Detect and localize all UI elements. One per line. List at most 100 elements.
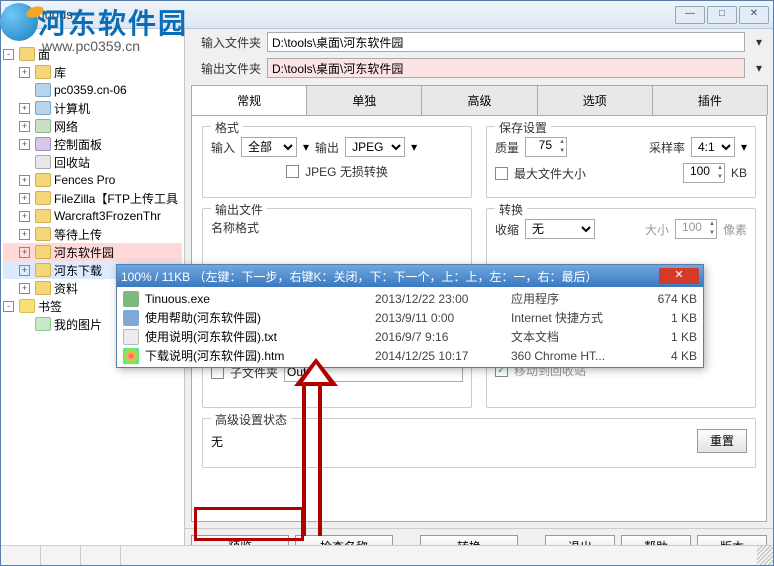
tree-item-label: 河东下载	[54, 262, 102, 279]
maxsize-checkbox[interactable]	[495, 167, 508, 180]
output-folder-dropdown-icon[interactable]: ▾	[751, 61, 767, 75]
expand-icon[interactable]: +	[19, 247, 30, 258]
popup-close-button[interactable]: ✕	[659, 268, 699, 284]
folder-icon	[35, 245, 51, 259]
file-size: 4 KB	[647, 349, 697, 363]
expand-icon[interactable]: +	[19, 283, 30, 294]
advstate-title: 高级设置状态	[211, 411, 291, 428]
format-group-title: 格式	[211, 119, 243, 136]
file-type: 应用程序	[511, 290, 641, 307]
tree-item-label: 面	[38, 46, 50, 63]
tree-item-label: pc0359.cn-06	[54, 83, 127, 97]
file-date: 2016/9/7 9:16	[375, 330, 505, 344]
exe-icon	[123, 291, 139, 307]
output-format-label: 输出	[315, 139, 339, 156]
folder-icon	[35, 209, 51, 223]
tree-item[interactable]: + FileZilla【FTP上传工具	[3, 189, 182, 207]
output-format-select[interactable]: JPEG	[345, 137, 405, 157]
file-name: Tinuous.exe	[145, 292, 369, 306]
expand-icon[interactable]: -	[3, 301, 14, 312]
file-date: 2014/12/25 10:17	[375, 349, 505, 363]
close-button[interactable]: ✕	[739, 6, 769, 24]
input-format-label: 输入	[211, 139, 235, 156]
expand-icon[interactable]: +	[19, 175, 30, 186]
tree-item[interactable]: +等待上传	[3, 225, 182, 243]
tree-item-label: Warcraft3FrozenThr	[54, 209, 161, 223]
file-name: 使用帮助(河东软件园)	[145, 309, 369, 326]
tree-item[interactable]: +河东软件园	[3, 243, 182, 261]
file-type: 文本文档	[511, 328, 641, 345]
tab-选项[interactable]: 选项	[537, 85, 653, 115]
reset-button[interactable]: 重置	[697, 429, 747, 453]
resize-grip-icon[interactable]	[757, 546, 773, 565]
star-icon	[19, 299, 35, 313]
quality-stepper[interactable]: 75	[525, 137, 567, 157]
outfile-group-title: 输出文件	[211, 201, 267, 218]
expand-icon[interactable]: +	[19, 67, 30, 78]
expand-icon[interactable]: +	[19, 103, 30, 114]
file-size: 1 KB	[647, 330, 697, 344]
maximize-button[interactable]: □	[707, 6, 737, 24]
folder-icon	[35, 65, 51, 79]
tree-item-label: FileZilla【FTP上传工具	[54, 190, 178, 207]
maxsize-stepper[interactable]: 100	[683, 163, 725, 183]
shrink-select[interactable]: 无	[525, 219, 595, 239]
file-name: 下载说明(河东软件园).htm	[145, 347, 369, 364]
tree-item[interactable]: +控制面板	[3, 135, 182, 153]
txt-icon	[123, 329, 139, 345]
tree-item[interactable]: + Fences Pro	[3, 171, 182, 189]
file-name: 使用说明(河东软件园).txt	[145, 328, 369, 345]
input-folder-field[interactable]	[267, 32, 745, 52]
tab-单独[interactable]: 单独	[306, 85, 422, 115]
expand-icon[interactable]: +	[19, 193, 30, 204]
tree-item[interactable]: + 网络	[3, 117, 182, 135]
tree-item[interactable]: pc0359.cn-06	[3, 81, 182, 99]
input-format-select[interactable]: 全部	[241, 137, 297, 157]
input-folder-label: 输入文件夹	[191, 34, 261, 51]
tree-item[interactable]: 回收站	[3, 153, 182, 171]
expand-icon[interactable]: +	[19, 265, 30, 276]
convert-group-title: 转换	[495, 201, 527, 218]
expand-icon[interactable]: +	[19, 139, 30, 150]
tab-插件[interactable]: 插件	[652, 85, 768, 115]
output-folder-field[interactable]	[267, 58, 745, 78]
size-label: 大小	[645, 221, 669, 238]
expand-icon[interactable]: +	[19, 211, 30, 222]
output-folder-label: 输出文件夹	[191, 60, 261, 77]
folder-icon	[35, 191, 51, 205]
chevron-down-icon: ▾	[303, 140, 309, 154]
sample-select[interactable]: 4:1	[691, 137, 735, 157]
size-unit: 像素	[723, 221, 747, 238]
tree-item-label: 我的图片	[54, 316, 102, 333]
file-row[interactable]: 使用帮助(河东软件园)2013/9/11 0:00Internet 快捷方式1 …	[117, 308, 703, 327]
expand-icon[interactable]: +	[19, 229, 30, 240]
tab-高级[interactable]: 高级	[421, 85, 537, 115]
bin-icon	[35, 155, 51, 169]
tree-item-label: 网络	[54, 118, 78, 135]
tree-item[interactable]: -面	[3, 45, 182, 63]
file-row[interactable]: 下载说明(河东软件园).htm2014/12/25 10:17360 Chrom…	[117, 346, 703, 365]
tree-item[interactable]: +库	[3, 63, 182, 81]
expand-icon[interactable]: -	[3, 49, 14, 60]
jpeg-lossless-checkbox[interactable]	[286, 165, 299, 178]
minimize-button[interactable]: —	[675, 6, 705, 24]
tab-常规[interactable]: 常规	[191, 85, 307, 115]
tree-item-label: 书签	[38, 298, 62, 315]
folder-icon	[35, 281, 51, 295]
expand-icon[interactable]: +	[19, 121, 30, 132]
tree-item-label: Fences Pro	[54, 173, 115, 187]
chevron-down-icon: ▾	[411, 140, 417, 154]
input-folder-dropdown-icon[interactable]: ▾	[751, 35, 767, 49]
titlebar: Tinuous — □ ✕	[1, 1, 773, 29]
folder-icon	[35, 173, 51, 187]
popup-title: 100% / 11KB （左键：下一步，右键K：关闭，下：下一个，上：上，左：一…	[121, 268, 659, 285]
tree-item[interactable]: + Warcraft3FrozenThr	[3, 207, 182, 225]
tree-item-label: 资料	[54, 280, 78, 297]
quality-label: 质量	[495, 139, 519, 156]
tree-item[interactable]: +计算机	[3, 99, 182, 117]
ctrl-icon	[35, 137, 51, 151]
file-row[interactable]: 使用说明(河东软件园).txt 2016/9/7 9:16 文本文档 1 KB	[117, 327, 703, 346]
sample-label: 采样率	[649, 139, 685, 156]
file-row[interactable]: Tinuous.exe2013/12/22 23:00应用程序674 KB	[117, 289, 703, 308]
file-size: 674 KB	[647, 292, 697, 306]
